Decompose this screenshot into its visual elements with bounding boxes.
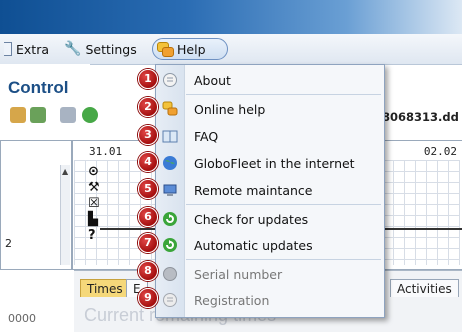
menu-item-remote-maintenance-label: Remote maintance: [194, 182, 313, 198]
callout-badge: 7: [138, 233, 158, 253]
toolbar-refresh-icon[interactable]: [82, 107, 98, 123]
wrench-icon: 🔧: [64, 41, 82, 57]
chat-bubbles-icon: [162, 101, 178, 116]
menu-separator: [186, 204, 381, 205]
menu-settings[interactable]: 🔧 Settings: [60, 38, 141, 60]
callout-badge: 5: [138, 179, 158, 199]
work-icon: ⚒: [88, 180, 100, 195]
menu-item-online-help[interactable]: Online help: [156, 97, 384, 121]
activity-icons: ⊙ ⚒ ☒ ▙ ?: [88, 164, 102, 244]
menu-item-about-label: About: [194, 72, 231, 88]
menu-item-automatic-updates-label: Automatic updates: [194, 237, 313, 253]
extra-icon: [4, 42, 12, 56]
globe-icon: [163, 156, 177, 170]
menu-item-globofleet-internet[interactable]: GloboFleet in the internet: [156, 151, 384, 175]
bed-icon: ▙: [88, 212, 98, 227]
book-icon: [162, 130, 178, 143]
callout-badge: 9: [138, 288, 158, 308]
toolbar-export-icon[interactable]: [30, 107, 46, 123]
menu-item-registration-label: Registration: [194, 292, 270, 308]
refresh-icon: [163, 212, 177, 226]
tab-activities[interactable]: Activities: [390, 279, 459, 297]
tab-times-label: Times: [87, 282, 123, 296]
menu-help[interactable]: Help: [152, 38, 228, 60]
menu-separator: [186, 259, 381, 260]
toolbar: [0, 104, 135, 128]
menu-item-globofleet-internet-label: GloboFleet in the internet: [194, 155, 355, 171]
tab-activities-label: Activities: [397, 282, 452, 296]
tab-times[interactable]: Times: [80, 279, 130, 297]
menu-item-check-updates[interactable]: Check for updates: [156, 207, 384, 231]
left-marker: 2: [5, 237, 12, 250]
help-dropdown-menu: About Online help FAQ GloboFleet in the …: [155, 64, 385, 318]
menu-separator: [186, 94, 381, 95]
menu-item-online-help-label: Online help: [194, 101, 266, 117]
serial-icon: [163, 267, 177, 281]
registration-icon: [163, 293, 177, 307]
menu-bar: Extra 🔧 Settings Help: [0, 34, 462, 65]
title-bar: [0, 0, 462, 34]
availability-icon: ☒: [88, 196, 100, 211]
page-title: Control: [8, 78, 69, 97]
menu-item-faq-label: FAQ: [194, 128, 219, 144]
bottom-value: 0000: [8, 312, 36, 325]
callout-badge: 1: [138, 69, 158, 89]
callout-badge: 4: [138, 152, 158, 172]
about-icon: [163, 73, 177, 87]
chart-date-right: 02.02: [423, 145, 457, 158]
help-bubbles-icon: [157, 42, 174, 57]
menu-item-serial-number[interactable]: Serial number: [156, 262, 384, 286]
file-name: 8068313.dd: [382, 110, 459, 124]
rest-icon: ⊙: [88, 164, 99, 179]
menu-item-check-updates-label: Check for updates: [194, 211, 309, 227]
chart-date-left: 31.01: [89, 145, 123, 158]
remote-icon: [163, 184, 177, 196]
menu-item-faq[interactable]: FAQ: [156, 124, 384, 148]
callout-badge: 8: [138, 261, 158, 281]
toolbar-tool-icon[interactable]: [10, 107, 26, 123]
menu-item-registration[interactable]: Registration: [156, 288, 384, 312]
callout-badge: 6: [138, 207, 158, 227]
menu-extra[interactable]: Extra: [0, 38, 53, 60]
menu-item-automatic-updates[interactable]: Automatic updates: [156, 233, 384, 257]
menu-help-label: Help: [177, 41, 206, 57]
unknown-icon: ?: [88, 228, 96, 243]
menu-item-remote-maintenance[interactable]: Remote maintance: [156, 178, 384, 202]
callout-badge: 2: [138, 97, 158, 117]
menu-item-about[interactable]: About: [156, 68, 384, 92]
scrollbar[interactable]: ▲: [60, 165, 70, 265]
refresh-icon: [163, 238, 177, 252]
callout-badge: 3: [138, 125, 158, 145]
toolbar-print-icon[interactable]: [60, 107, 76, 123]
scroll-up-icon[interactable]: ▲: [62, 167, 68, 176]
menu-settings-label: Settings: [85, 41, 137, 57]
menu-item-serial-number-label: Serial number: [194, 266, 283, 282]
menu-extra-label: Extra: [16, 41, 49, 57]
